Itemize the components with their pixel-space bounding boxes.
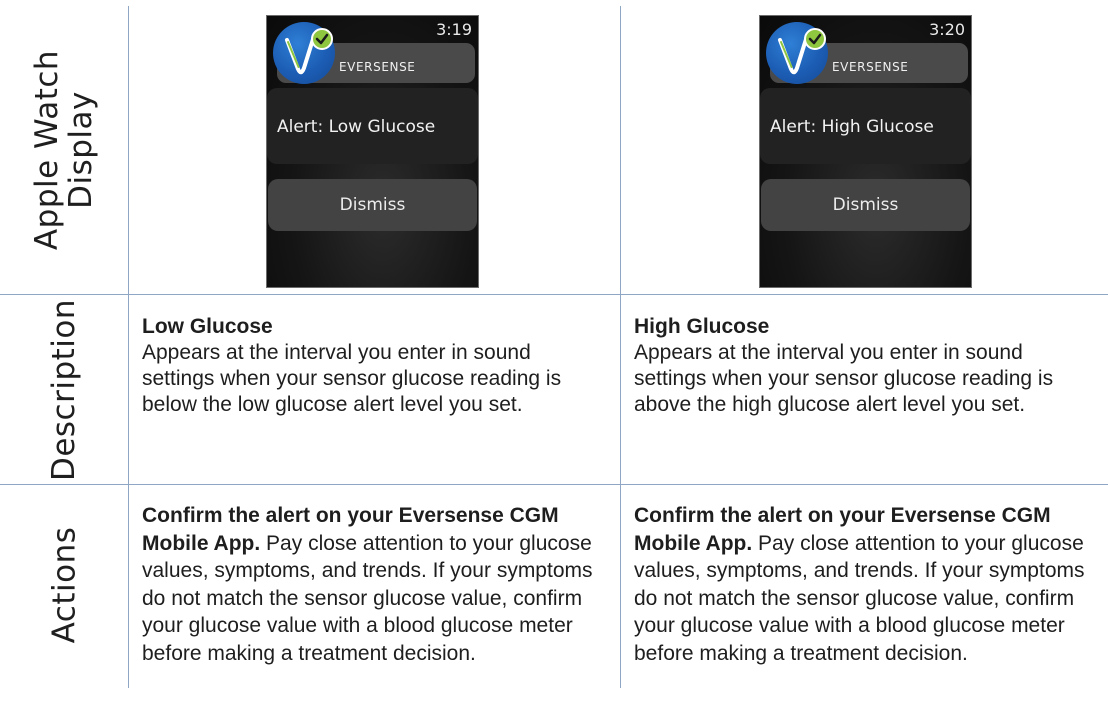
eversense-logo-icon <box>273 22 335 84</box>
row-label-actions: Actions <box>46 526 82 644</box>
watch-time: 3:20 <box>929 20 965 39</box>
watch-screen-high-glucose: 3:20 EVERSENSE Alert: High Glucose Dismi… <box>759 15 972 288</box>
description-low-glucose: Low Glucose Appears at the interval you … <box>142 314 597 418</box>
row-label-display-line1: Apple Watch <box>29 49 65 251</box>
watch-time: 3:19 <box>436 20 472 39</box>
description-title: Low Glucose <box>142 315 273 338</box>
alert-text: Alert: High Glucose <box>770 117 934 137</box>
actions-low-glucose: Confirm the alert on your Eversense CGM … <box>142 502 597 667</box>
app-name: EVERSENSE <box>339 60 416 74</box>
column-divider-left <box>128 6 129 688</box>
row-divider-2 <box>0 484 1108 485</box>
eversense-logo-icon <box>766 22 828 84</box>
row-label-description: Description <box>46 298 82 481</box>
row-label-display-line2: Display <box>63 91 99 209</box>
watch-screen-low-glucose: 3:19 EVERSENSE Alert: Low Glucose Dismis… <box>266 15 479 288</box>
row-divider-1 <box>0 294 1108 295</box>
app-name: EVERSENSE <box>832 60 909 74</box>
checkmark-icon <box>804 28 826 50</box>
dismiss-button[interactable]: Dismiss <box>268 179 477 231</box>
description-body: Appears at the interval you enter in sou… <box>142 341 562 416</box>
description-title: High Glucose <box>634 315 770 338</box>
dismiss-button[interactable]: Dismiss <box>761 179 970 231</box>
row-label-display: Apple Watch Display <box>0 6 128 294</box>
description-body: Appears at the interval you enter in sou… <box>634 341 1054 416</box>
alert-text: Alert: Low Glucose <box>277 117 436 137</box>
actions-high-glucose: Confirm the alert on your Eversense CGM … <box>634 502 1089 667</box>
description-high-glucose: High Glucose Appears at the interval you… <box>634 314 1089 418</box>
checkmark-icon <box>311 28 333 50</box>
column-divider-middle <box>620 6 621 688</box>
